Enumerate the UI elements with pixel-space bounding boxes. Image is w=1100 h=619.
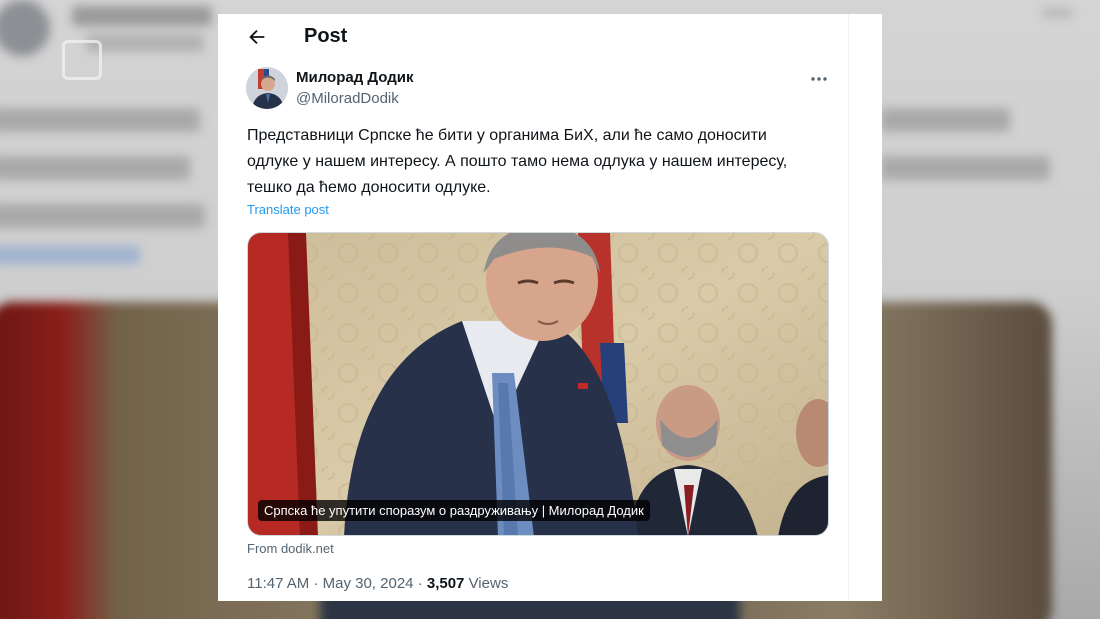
page-title: Post bbox=[304, 25, 348, 47]
tweet-card: Post Милорад Додик @MiloradDodik Предста… bbox=[218, 14, 882, 601]
arrow-left-icon[interactable] bbox=[246, 26, 268, 48]
background-text-line bbox=[0, 108, 200, 132]
background-text-line bbox=[880, 108, 1010, 132]
background-link-block bbox=[0, 246, 140, 264]
views-label: Views bbox=[468, 575, 509, 592]
tweet-text-line: одлуке у нашем интересу. А пошто тамо не… bbox=[247, 153, 788, 170]
ellipsis-icon[interactable] bbox=[810, 74, 828, 84]
post-date[interactable]: May 30, 2024 bbox=[323, 575, 414, 592]
tweet-text-line: Представници Српске ће бити у органима Б… bbox=[247, 127, 767, 144]
background-dots bbox=[1042, 10, 1072, 16]
avatar-photo-icon bbox=[246, 67, 288, 109]
author-avatar[interactable] bbox=[246, 67, 288, 109]
card-divider bbox=[848, 14, 849, 601]
background-text-line bbox=[880, 156, 1050, 180]
author-handle[interactable]: @MiloradDodik bbox=[296, 90, 399, 107]
tweet-text-line: тешко да ћемо доносити одлуке. bbox=[247, 179, 491, 196]
meta-separator: · bbox=[417, 575, 423, 592]
author-name[interactable]: Милорад Додик bbox=[296, 69, 414, 86]
media-source[interactable]: From dodik.net bbox=[247, 541, 334, 556]
background-text-line bbox=[0, 156, 190, 180]
channel-logo-icon bbox=[62, 40, 102, 80]
tweet-text: Представници Српске ће бити у органима Б… bbox=[247, 123, 827, 201]
meta-separator: · bbox=[313, 575, 319, 592]
post-time[interactable]: 11:47 AM bbox=[247, 575, 309, 592]
post-meta: 11:47 AM · May 30, 2024 · 3,507 Views bbox=[247, 575, 508, 592]
background-name-block bbox=[72, 6, 212, 26]
media-caption: Српска ће упутити споразум о раздруживањ… bbox=[258, 500, 650, 521]
views-count: 3,507 bbox=[426, 575, 465, 592]
background-avatar bbox=[0, 0, 50, 56]
translate-post-link[interactable]: Translate post bbox=[247, 202, 329, 217]
media-card[interactable]: Српска ће упутити споразум о раздруживањ… bbox=[247, 232, 829, 536]
background-text-line bbox=[0, 204, 205, 228]
media-photo bbox=[248, 233, 828, 535]
post-header: Post bbox=[218, 14, 848, 60]
background-handle-block bbox=[86, 34, 204, 52]
